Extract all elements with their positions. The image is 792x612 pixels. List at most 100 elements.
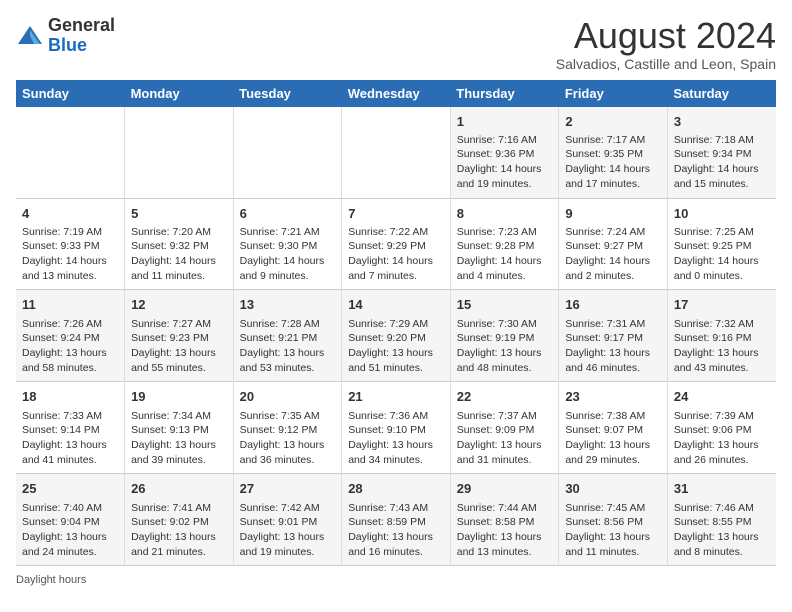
calendar-cell: 3 Sunrise: 7:18 AMSunset: 9:34 PMDaylight… [667, 107, 776, 198]
day-number: 23 [565, 388, 661, 406]
day-info: Sunrise: 7:18 AMSunset: 9:34 PMDaylight:… [674, 133, 770, 192]
day-info: Sunrise: 7:16 AMSunset: 9:36 PMDaylight:… [457, 133, 553, 192]
calendar-cell: 2Sunrise: 7:17 AMSunset: 9:35 PMDaylight… [559, 107, 668, 198]
day-info: Sunrise: 7:28 AMSunset: 9:21 PMDaylight:… [240, 317, 336, 376]
daylight-hours-label: Daylight hours [16, 574, 86, 586]
day-number: 25 [22, 480, 118, 498]
week-row-3: 11 Sunrise: 7:26 AMSunset: 9:24 PMDayligh… [16, 290, 776, 382]
calendar-cell: 23 Sunrise: 7:38 AMSunset: 9:07 PMDayligh… [559, 382, 668, 474]
day-info: Sunrise: 7:31 AMSunset: 9:17 PMDaylight:… [565, 317, 661, 376]
calendar-cell: 31Sunrise: 7:46 AMSunset: 8:55 PMDayligh… [667, 474, 776, 566]
day-number: 11 [22, 296, 118, 314]
day-info: Sunrise: 7:42 AMSunset: 9:01 PMDaylight:… [240, 501, 336, 560]
day-info: Sunrise: 7:25 AMSunset: 9:25 PMDaylight:… [674, 225, 770, 284]
day-info: Sunrise: 7:43 AMSunset: 8:59 PMDaylight:… [348, 501, 444, 560]
day-number: 17 [674, 296, 770, 314]
day-info: Sunrise: 7:46 AMSunset: 8:55 PMDaylight:… [674, 501, 770, 560]
calendar-cell: 6 Sunrise: 7:21 AMSunset: 9:30 PMDaylight… [233, 198, 342, 290]
day-number: 4 [22, 205, 118, 223]
calendar-cell [233, 107, 342, 198]
day-number: 26 [131, 480, 227, 498]
day-number: 12 [131, 296, 227, 314]
day-number: 1 [457, 113, 553, 131]
day-number: 20 [240, 388, 336, 406]
calendar-cell [342, 107, 451, 198]
day-number: 3 [674, 113, 770, 131]
day-info: Sunrise: 7:24 AMSunset: 9:27 PMDaylight:… [565, 225, 661, 284]
day-info: Sunrise: 7:36 AMSunset: 9:10 PMDaylight:… [348, 409, 444, 468]
day-number: 9 [565, 205, 661, 223]
calendar-cell: 17 Sunrise: 7:32 AMSunset: 9:16 PMDayligh… [667, 290, 776, 382]
location-subtitle: Salvadios, Castille and Leon, Spain [556, 56, 776, 72]
day-number: 30 [565, 480, 661, 498]
day-info: Sunrise: 7:39 AMSunset: 9:06 PMDaylight:… [674, 409, 770, 468]
footer: Daylight hours [16, 574, 776, 586]
day-info: Sunrise: 7:30 AMSunset: 9:19 PMDaylight:… [457, 317, 553, 376]
day-info: Sunrise: 7:29 AMSunset: 9:20 PMDaylight:… [348, 317, 444, 376]
day-header-friday: Friday [559, 80, 668, 107]
calendar-cell: 7Sunrise: 7:22 AMSunset: 9:29 PMDaylight… [342, 198, 451, 290]
day-info: Sunrise: 7:41 AMSunset: 9:02 PMDaylight:… [131, 501, 227, 560]
day-number: 7 [348, 205, 444, 223]
calendar-cell: 18 Sunrise: 7:33 AMSunset: 9:14 PMDayligh… [16, 382, 125, 474]
day-number: 10 [674, 205, 770, 223]
day-header-saturday: Saturday [667, 80, 776, 107]
week-row-5: 25Sunrise: 7:40 AMSunset: 9:04 PMDayligh… [16, 474, 776, 566]
day-header-tuesday: Tuesday [233, 80, 342, 107]
week-row-1: 1 Sunrise: 7:16 AMSunset: 9:36 PMDaylight… [16, 107, 776, 198]
day-number: 15 [457, 296, 553, 314]
day-info: Sunrise: 7:33 AMSunset: 9:14 PMDaylight:… [22, 409, 118, 468]
month-title: August 2024 [556, 16, 776, 56]
day-number: 16 [565, 296, 661, 314]
day-header-monday: Monday [125, 80, 234, 107]
day-info: Sunrise: 7:45 AMSunset: 8:56 PMDaylight:… [565, 501, 661, 560]
logo-general: General [48, 15, 115, 35]
day-info: Sunrise: 7:32 AMSunset: 9:16 PMDaylight:… [674, 317, 770, 376]
day-info: Sunrise: 7:44 AMSunset: 8:58 PMDaylight:… [457, 501, 553, 560]
calendar-cell: 24 Sunrise: 7:39 AMSunset: 9:06 PMDayligh… [667, 382, 776, 474]
day-info: Sunrise: 7:35 AMSunset: 9:12 PMDaylight:… [240, 409, 336, 468]
calendar-cell: 30 Sunrise: 7:45 AMSunset: 8:56 PMDayligh… [559, 474, 668, 566]
day-number: 13 [240, 296, 336, 314]
day-number: 28 [348, 480, 444, 498]
day-number: 24 [674, 388, 770, 406]
week-row-4: 18 Sunrise: 7:33 AMSunset: 9:14 PMDayligh… [16, 382, 776, 474]
day-info: Sunrise: 7:26 AMSunset: 9:24 PMDaylight:… [22, 317, 118, 376]
day-info: Sunrise: 7:37 AMSunset: 9:09 PMDaylight:… [457, 409, 553, 468]
day-info: Sunrise: 7:34 AMSunset: 9:13 PMDaylight:… [131, 409, 227, 468]
logo: General Blue [16, 16, 115, 56]
calendar-cell: 15 Sunrise: 7:30 AMSunset: 9:19 PMDayligh… [450, 290, 559, 382]
calendar-cell: 12Sunrise: 7:27 AMSunset: 9:23 PMDayligh… [125, 290, 234, 382]
title-block: August 2024 Salvadios, Castille and Leon… [556, 16, 776, 72]
day-info: Sunrise: 7:20 AMSunset: 9:32 PMDaylight:… [131, 225, 227, 284]
day-number: 18 [22, 388, 118, 406]
calendar-cell: 10 Sunrise: 7:25 AMSunset: 9:25 PMDayligh… [667, 198, 776, 290]
calendar-cell: 9 Sunrise: 7:24 AMSunset: 9:27 PMDaylight… [559, 198, 668, 290]
calendar-cell: 25Sunrise: 7:40 AMSunset: 9:04 PMDayligh… [16, 474, 125, 566]
day-info: Sunrise: 7:38 AMSunset: 9:07 PMDaylight:… [565, 409, 661, 468]
day-number: 8 [457, 205, 553, 223]
day-info: Sunrise: 7:23 AMSunset: 9:28 PMDaylight:… [457, 225, 553, 284]
calendar-table: SundayMondayTuesdayWednesdayThursdayFrid… [16, 80, 776, 567]
day-number: 27 [240, 480, 336, 498]
day-number: 6 [240, 205, 336, 223]
day-header-wednesday: Wednesday [342, 80, 451, 107]
calendar-cell: 20 Sunrise: 7:35 AMSunset: 9:12 PMDayligh… [233, 382, 342, 474]
header-row: SundayMondayTuesdayWednesdayThursdayFrid… [16, 80, 776, 107]
calendar-cell: 1 Sunrise: 7:16 AMSunset: 9:36 PMDaylight… [450, 107, 559, 198]
day-header-thursday: Thursday [450, 80, 559, 107]
calendar-cell: 11 Sunrise: 7:26 AMSunset: 9:24 PMDayligh… [16, 290, 125, 382]
calendar-cell: 28 Sunrise: 7:43 AMSunset: 8:59 PMDayligh… [342, 474, 451, 566]
calendar-cell: 8 Sunrise: 7:23 AMSunset: 9:28 PMDaylight… [450, 198, 559, 290]
day-number: 22 [457, 388, 553, 406]
calendar-cell: 5Sunrise: 7:20 AMSunset: 9:32 PMDaylight… [125, 198, 234, 290]
calendar-cell: 13 Sunrise: 7:28 AMSunset: 9:21 PMDayligh… [233, 290, 342, 382]
page-header: General Blue August 2024 Salvadios, Cast… [16, 16, 776, 72]
day-info: Sunrise: 7:21 AMSunset: 9:30 PMDaylight:… [240, 225, 336, 284]
week-row-2: 4Sunrise: 7:19 AMSunset: 9:33 PMDaylight… [16, 198, 776, 290]
calendar-cell: 19Sunrise: 7:34 AMSunset: 9:13 PMDayligh… [125, 382, 234, 474]
day-number: 14 [348, 296, 444, 314]
calendar-cell: 22 Sunrise: 7:37 AMSunset: 9:09 PMDayligh… [450, 382, 559, 474]
calendar-cell: 16 Sunrise: 7:31 AMSunset: 9:17 PMDayligh… [559, 290, 668, 382]
logo-blue: Blue [48, 35, 87, 55]
